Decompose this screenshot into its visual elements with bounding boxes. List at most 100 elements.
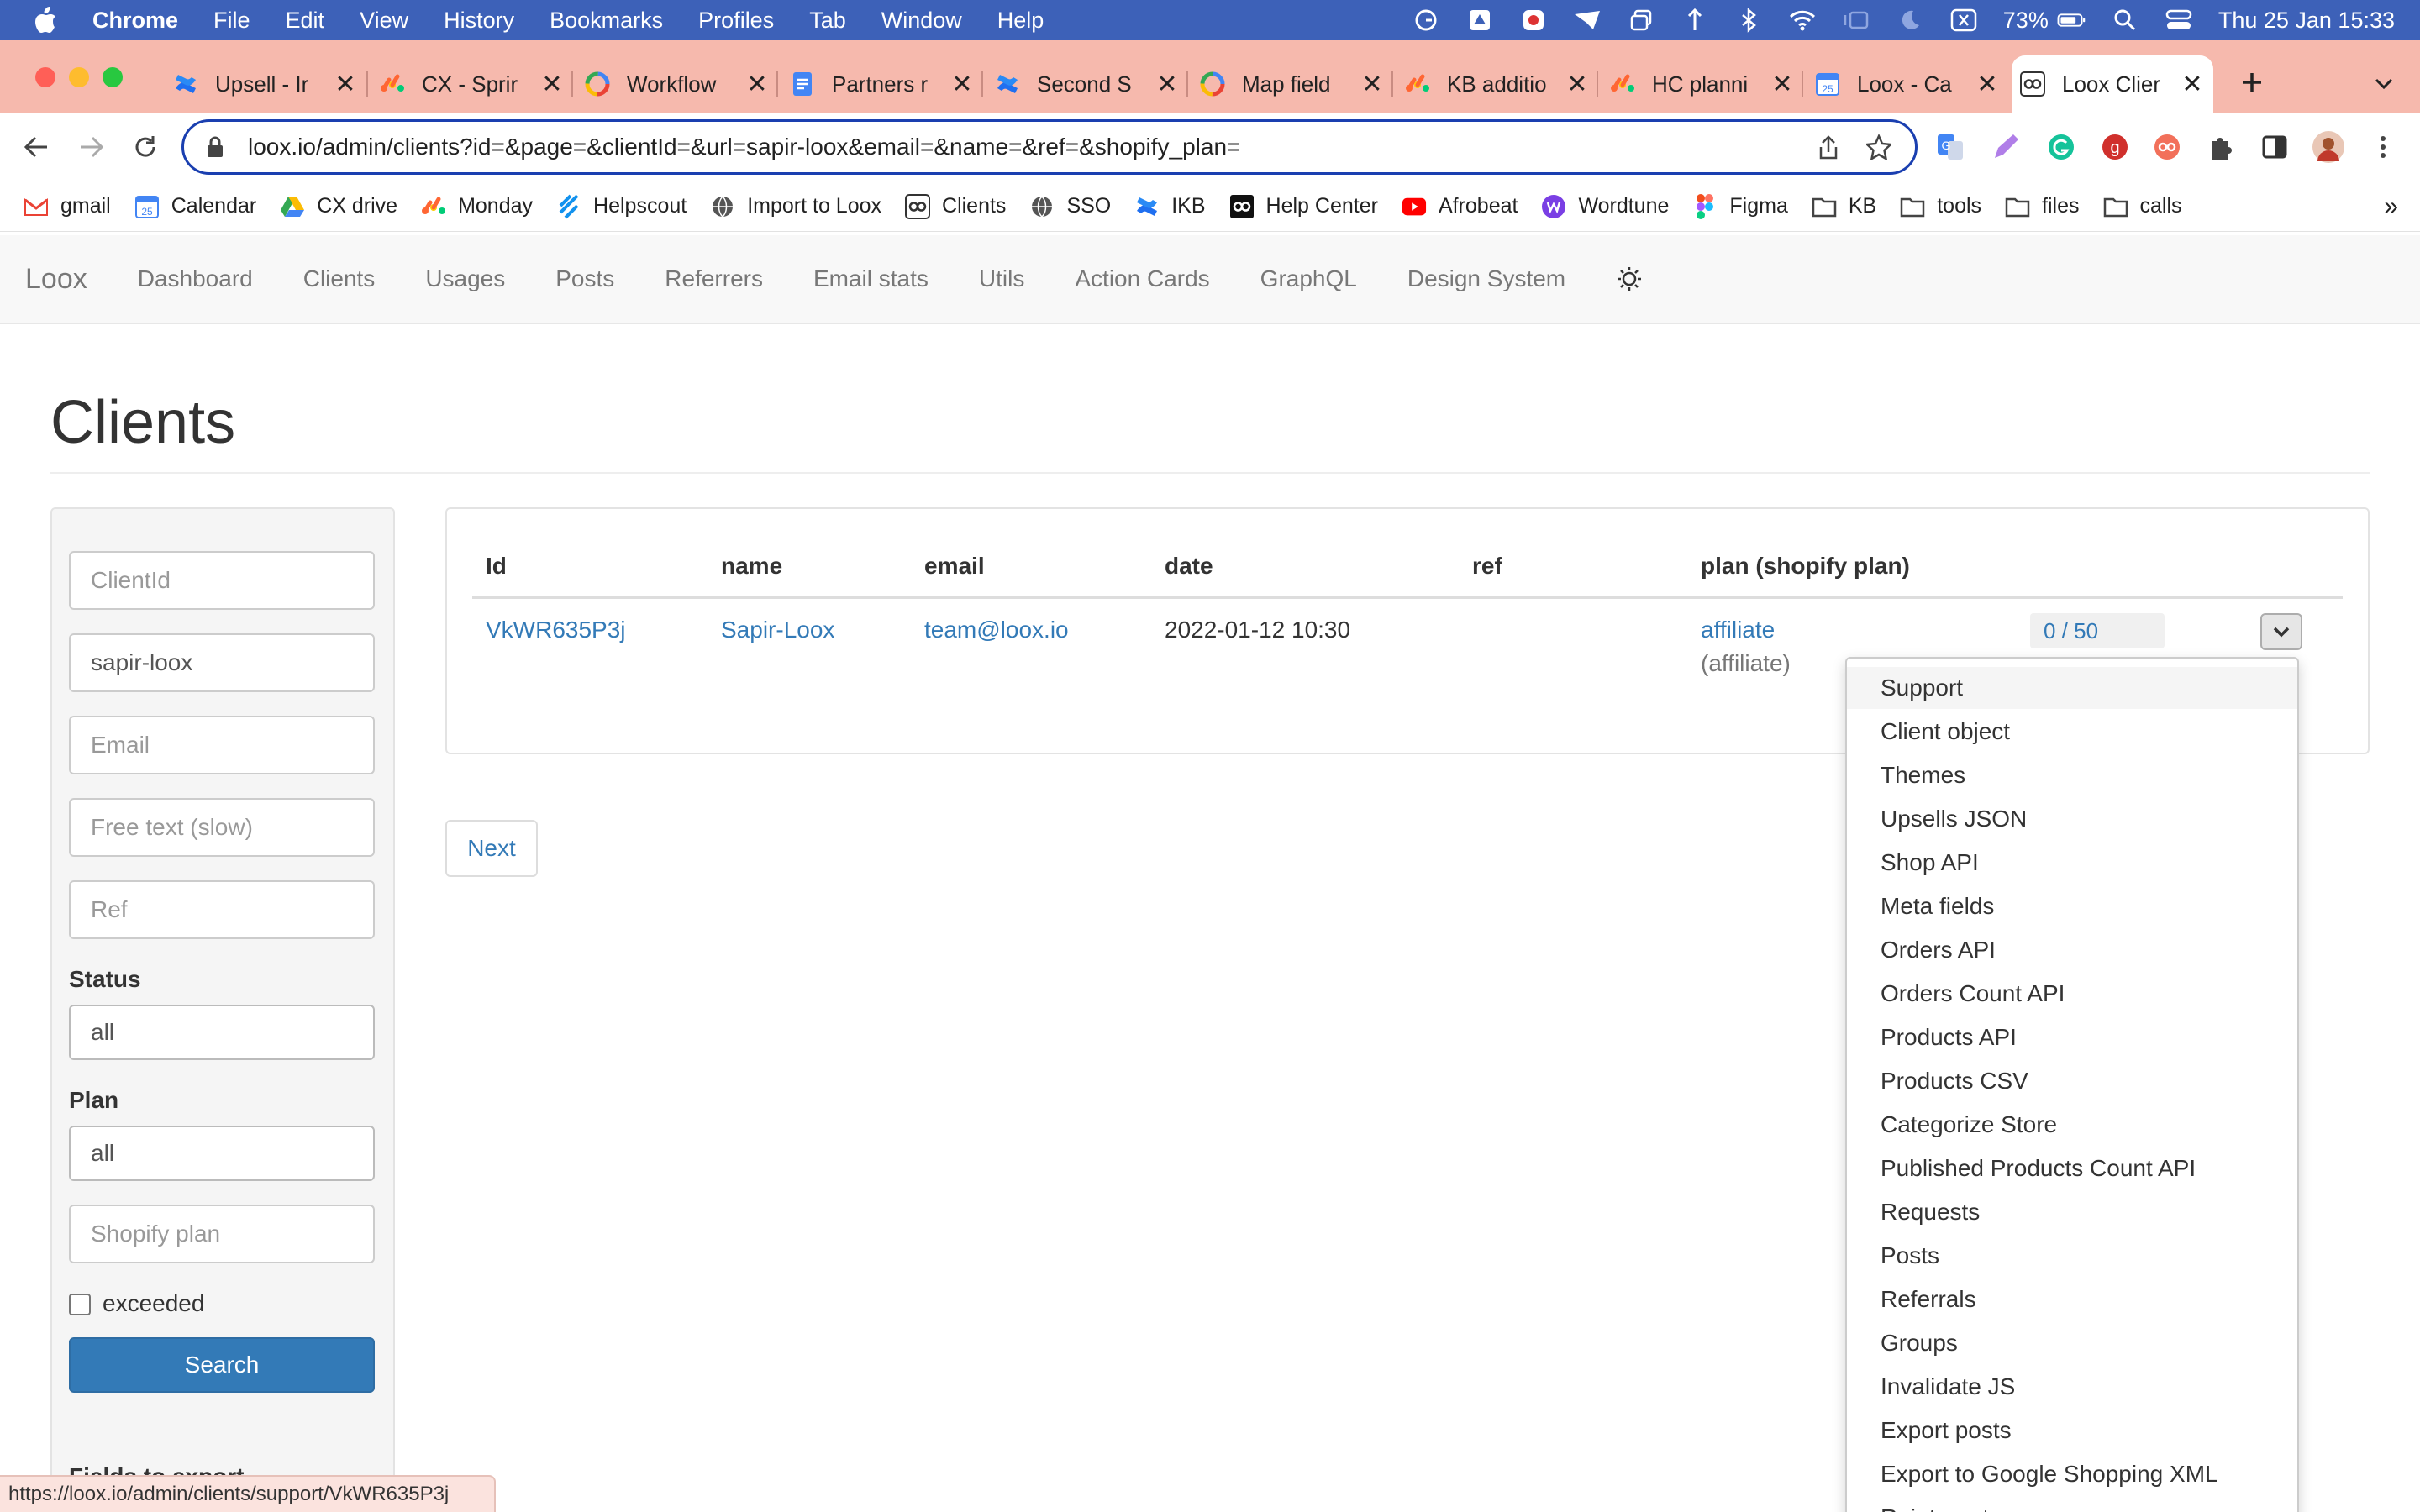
browser-tab[interactable]: Workflow ✕ [576,62,778,106]
bookmark-figma[interactable]: Figma [1692,193,1788,219]
email-input[interactable]: Email [69,716,375,774]
bookmark-gmail[interactable]: gmail [24,194,111,219]
bookmark-clients[interactable]: Clients [905,193,1006,219]
plan-select[interactable]: all [69,1126,375,1181]
bluetooth-icon[interactable] [1734,8,1763,33]
menu-item-client-object[interactable]: Client object [1847,711,2297,753]
x-app-status-icon[interactable] [1949,8,1978,33]
bookmark-helpscout[interactable]: Helpscout [556,194,687,219]
actions-dropdown-toggle[interactable] [2260,613,2302,650]
browser-tab[interactable]: 25 Loox - Ca ✕ [1807,62,2008,106]
minimize-window-button[interactable] [69,67,89,87]
usage-counter[interactable]: 0 / 50 [2030,613,2165,648]
menu-item-posts[interactable]: Posts [1847,1235,2297,1277]
menu-item-reintegrate[interactable]: Reintegrate [1847,1497,2297,1512]
menu-item-export-posts[interactable]: Export posts [1847,1410,2297,1452]
pen-extension-icon[interactable] [1991,133,2020,161]
menu-item-shop-api[interactable]: Shop API [1847,842,2297,884]
menu-item-export-google-shopping-xml[interactable]: Export to Google Shopping XML [1847,1453,2297,1495]
nav-link-posts[interactable]: Posts [555,265,614,292]
nav-link-graphql[interactable]: GraphQL [1260,265,1357,292]
control-center-icon[interactable] [2165,8,2193,33]
close-icon[interactable]: ✕ [333,70,358,99]
menu-item-published-products-count-api[interactable]: Published Products Count API [1847,1147,2297,1189]
menu-item-products-api[interactable]: Products API [1847,1016,2297,1058]
status-select[interactable]: all [69,1005,375,1060]
wifi-icon[interactable] [1788,8,1817,33]
profile-avatar[interactable] [2312,131,2344,163]
bookmark-sso[interactable]: SSO [1029,194,1111,219]
ref-input[interactable]: Ref [69,880,375,939]
close-icon[interactable]: ✕ [2180,70,2205,99]
menu-app-chrome[interactable]: Chrome [92,8,178,34]
browser-tab[interactable]: KB additio ✕ [1397,62,1598,106]
menu-item-invalidate-js[interactable]: Invalidate JS [1847,1366,2297,1408]
nav-link-clients[interactable]: Clients [303,265,376,292]
bookmark-help-center[interactable]: Help Center [1229,194,1378,219]
bookmark-calendar[interactable]: 25 Calendar [134,194,256,219]
apple-icon[interactable] [29,3,62,37]
browser-tab[interactable]: Map field ✕ [1192,62,1393,106]
close-icon[interactable]: ✕ [744,70,770,99]
exceeded-checkbox[interactable] [69,1294,91,1315]
tab-search-chevron-icon[interactable] [2370,69,2398,97]
close-icon[interactable]: ✕ [539,70,565,99]
free-text-input[interactable]: Free text (slow) [69,798,375,857]
menu-file[interactable]: File [213,8,250,34]
close-icon[interactable]: ✕ [1565,70,1590,99]
g-red-extension-icon[interactable]: g [2101,133,2129,161]
airmail-status-icon[interactable] [1573,8,1602,33]
menu-view[interactable]: View [360,8,408,34]
browser-tab-active[interactable]: Loox Clier ✕ [2012,55,2213,113]
bookmark-cx-drive[interactable]: CX drive [280,194,397,219]
bookmark-folder-kb[interactable]: KB [1812,194,1876,219]
menu-tab[interactable]: Tab [809,8,846,34]
menu-item-upsells-json[interactable]: Upsells JSON [1847,798,2297,840]
browser-tab[interactable]: Upsell - Ir ✕ [165,62,366,106]
side-panel-icon[interactable] [2260,133,2289,161]
nav-link-design-system[interactable]: Design System [1407,265,1565,292]
close-icon[interactable]: ✕ [1770,70,1795,99]
client-name-link[interactable]: Sapir-Loox [721,617,834,643]
bookmark-star-icon[interactable] [1865,133,1893,161]
nav-link-dashboard[interactable]: Dashboard [138,265,253,292]
bookmark-folder-files[interactable]: files [2005,194,2080,219]
url-input[interactable]: sapir-loox [69,633,375,692]
client-email-link[interactable]: team@loox.io [924,617,1069,643]
nav-link-usages[interactable]: Usages [425,265,505,292]
menu-bookmarks[interactable]: Bookmarks [550,8,663,34]
nav-link-referrers[interactable]: Referrers [665,265,763,292]
stage-manager-icon[interactable] [1842,8,1870,33]
bookmark-import-to-loox[interactable]: Import to Loox [710,194,881,219]
nav-link-email-stats[interactable]: Email stats [813,265,929,292]
menu-item-referrals[interactable]: Referrals [1847,1278,2297,1320]
puzzle-extensions-icon[interactable] [2207,133,2235,161]
brand-logo[interactable]: Loox [25,263,87,296]
bookmark-folder-tools[interactable]: tools [1900,194,1981,219]
bookmark-monday[interactable]: Monday [421,194,533,219]
reload-icon[interactable] [131,133,160,161]
browser-tab[interactable]: Partners r ✕ [781,62,983,106]
browser-tab[interactable]: CX - Sprir ✕ [371,62,573,106]
bookmark-folder-calls[interactable]: calls [2103,194,2182,219]
pin-status-icon[interactable] [1681,8,1709,33]
menu-item-meta-fields[interactable]: Meta fields [1847,885,2297,927]
spotlight-search-icon[interactable] [2111,8,2139,33]
menu-help[interactable]: Help [997,8,1044,34]
close-icon[interactable]: ✕ [1155,70,1180,99]
menu-item-themes[interactable]: Themes [1847,754,2297,796]
browser-tab[interactable]: Second S ✕ [986,62,1188,106]
client-id-input[interactable]: ClientId [69,551,375,610]
battery-icon[interactable] [2057,8,2086,33]
menu-item-orders-count-api[interactable]: Orders Count API [1847,973,2297,1015]
forward-arrow-icon[interactable] [77,133,106,161]
zoom-window-button[interactable] [103,67,123,87]
shopify-plan-input[interactable]: Shopify plan [69,1205,375,1263]
menu-item-support[interactable]: Support [1847,667,2297,709]
translate-extension-icon[interactable]: G [1936,133,1965,161]
menu-item-orders-api[interactable]: Orders API [1847,929,2297,971]
grammarly-status-icon[interactable] [1412,8,1440,33]
menu-history[interactable]: History [444,8,514,34]
close-icon[interactable]: ✕ [950,70,975,99]
menu-window[interactable]: Window [881,8,962,34]
